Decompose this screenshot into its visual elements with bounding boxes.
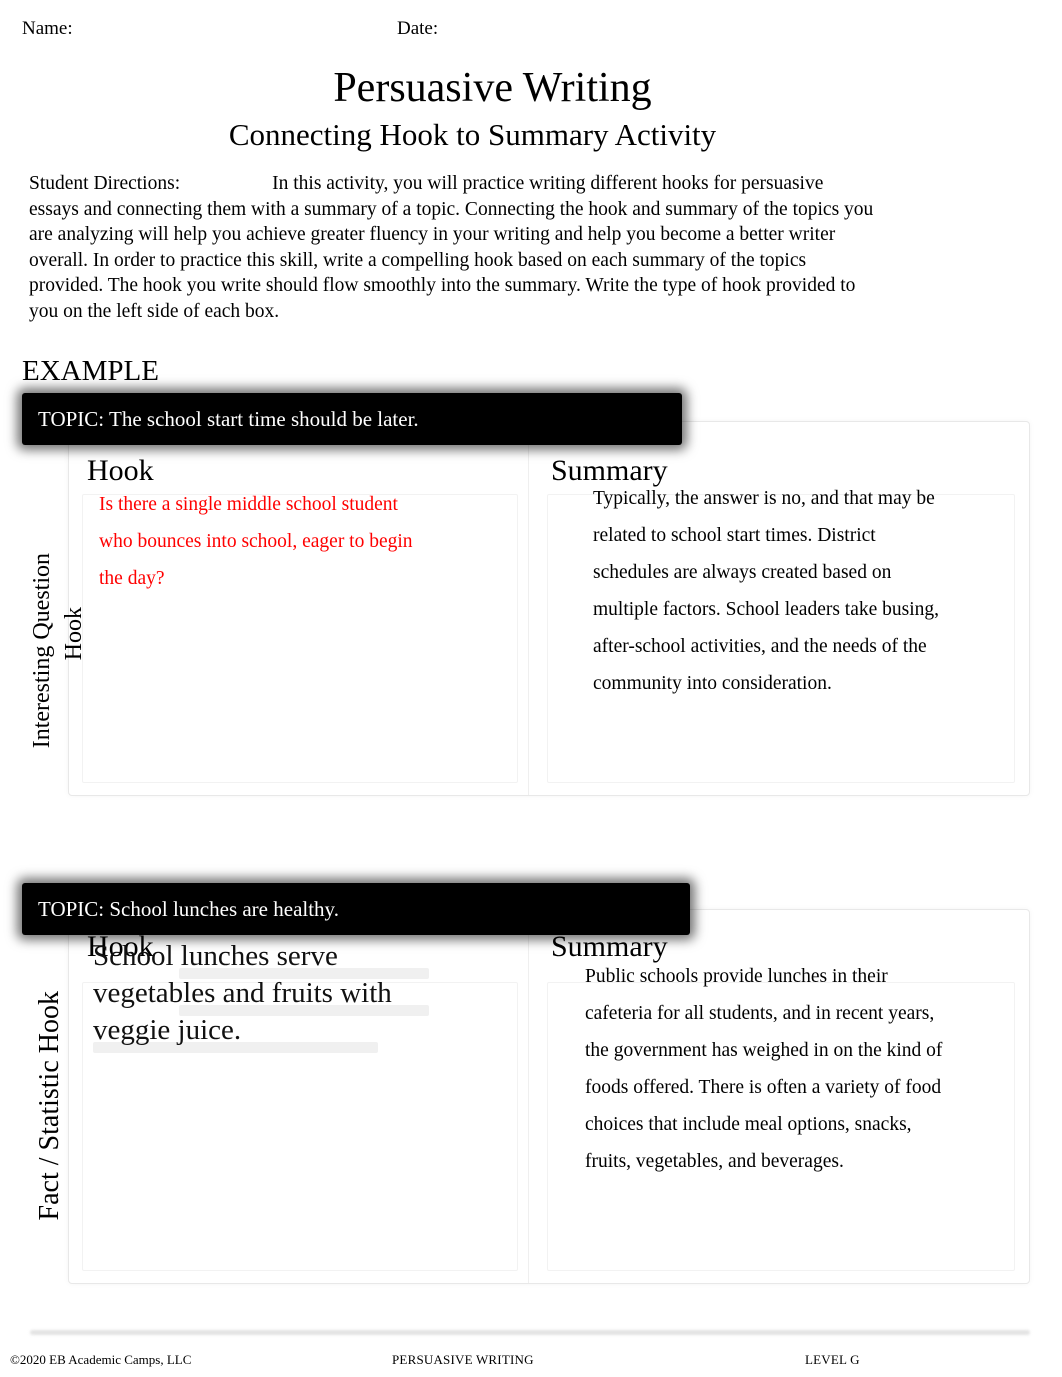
footer-copyright: ©2020 EB Academic Camps, LLC <box>10 1352 192 1367</box>
name-date-row: Name: Date: <box>22 18 1022 48</box>
summary-cell: Summary Typically, the answer is no, and… <box>529 422 1029 795</box>
directions-label: Student Directions: <box>29 173 181 194</box>
summary-cell: Summary Public schools provide lunches i… <box>529 910 1029 1283</box>
footer-title: PERSUASIVE WRITING <box>392 1352 534 1367</box>
page-footer: ©2020 EB Academic Camps, LLC PERSUASIVE … <box>0 1352 1062 1374</box>
hook-answer-text: School lunches serve vegetables and frui… <box>93 940 392 1046</box>
student-directions: Student Directions: In this activity, you… <box>29 171 874 324</box>
name-field-label: Name: <box>22 18 73 39</box>
hook-type-label-primary: Fact / Statistic Hook <box>34 991 65 1221</box>
summary-text: Public schools provide lunches in their … <box>585 966 943 1172</box>
topic-banner: TOPIC: School lunches are healthy. <box>22 883 690 935</box>
activity-box: Hook School lunches serve vegetables and… <box>68 909 1030 1284</box>
hook-answer-text: Is there a single middle school student … <box>99 494 413 589</box>
activity-section-fact-statistic: Hook School lunches serve vegetables and… <box>0 883 1062 1293</box>
activity-section-example: Hook Is there a single middle school stu… <box>0 393 1062 813</box>
summary-text: Typically, the answer is no, and that ma… <box>593 488 940 694</box>
example-heading: EXAMPLE <box>22 355 159 387</box>
footer-divider <box>30 1330 1030 1335</box>
hook-type-label-primary: Interesting Question <box>29 553 55 749</box>
topic-banner-text: TOPIC: School lunches are healthy. <box>38 896 339 921</box>
hook-column-title: Hook <box>87 454 154 487</box>
hook-cell[interactable]: Hook School lunches serve vegetables and… <box>69 910 529 1283</box>
hook-summary-columns: Hook School lunches serve vegetables and… <box>69 910 1029 1283</box>
hook-type-label-secondary: Hook <box>61 607 87 661</box>
date-field-label: Date: <box>397 18 439 39</box>
footer-level: LEVEL G <box>805 1352 860 1367</box>
directions-text: In this activity, you will practice writ… <box>29 173 874 322</box>
hook-summary-columns: Hook Is there a single middle school stu… <box>69 422 1029 795</box>
topic-banner: TOPIC: The school start time should be l… <box>22 393 682 445</box>
page-subtitle: Connecting Hook to Summary Activity <box>228 117 717 152</box>
activity-box: Hook Is there a single middle school stu… <box>68 421 1030 796</box>
page-title: Persuasive Writing <box>333 65 652 111</box>
topic-banner-text: TOPIC: The school start time should be l… <box>38 406 419 431</box>
hook-cell[interactable]: Hook Is there a single middle school stu… <box>69 422 529 795</box>
